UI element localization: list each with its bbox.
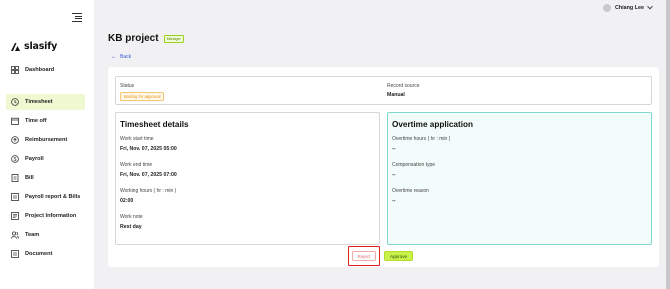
user-name: Chiang Lee [614, 5, 644, 11]
overtime-reason-value: -- [392, 198, 396, 204]
sidebar-item-label: Bill [25, 175, 34, 181]
work-note-value: Rest day [120, 224, 142, 230]
overtime-hours-label: Overtime hours ( hr : min ) [392, 136, 451, 142]
approve-button[interactable]: Approve [384, 251, 413, 261]
sidebar-item-label: Timesheet [25, 99, 53, 105]
calendar-icon [11, 117, 19, 125]
refund-icon [11, 136, 19, 144]
page-title: KB project [108, 33, 159, 44]
sidebar-item-project-information[interactable]: Project Information [6, 208, 85, 224]
work-note-label: Work note [120, 214, 143, 220]
record-source-label: Record source [387, 83, 420, 89]
sidebar-item-timesheet[interactable]: Timesheet [6, 94, 85, 110]
user-menu[interactable]: Chiang Lee [602, 3, 653, 12]
sidebar-item-payroll-report[interactable]: Payroll report & Bills [6, 189, 85, 205]
dashboard-icon [11, 66, 19, 74]
page-scrollbar[interactable] [666, 0, 670, 289]
sidebar-item-reimbursement[interactable]: Reimbursement [6, 132, 85, 148]
overtime-application-card: Overtime application Overtime hours ( hr… [387, 112, 652, 245]
arrow-left-icon: ← [111, 54, 117, 60]
page-header: KB project Manager [108, 33, 184, 44]
money-icon: $ [11, 155, 19, 163]
sidebar-item-label: Payroll report & Bills [25, 194, 81, 200]
overtime-reason-label: Overtime reason [392, 188, 429, 194]
sidebar-item-dashboard[interactable]: Dashboard [6, 62, 85, 78]
timesheet-details-title: Timesheet details [120, 120, 189, 129]
brand-logo[interactable]: slasify [10, 41, 57, 52]
timesheet-details-card: Timesheet details Work start time Fri, N… [115, 112, 380, 245]
status-section: Status Waiting for approval Record sourc… [115, 76, 652, 105]
sidebar-item-label: Time off [25, 118, 47, 124]
team-icon [11, 231, 19, 239]
work-end-value: Fri, Nov. 07, 2025 07:00 [120, 172, 177, 178]
sidebar-item-team[interactable]: Team [6, 227, 85, 243]
overtime-application-title: Overtime application [392, 120, 473, 129]
sidebar-item-label: Team [25, 232, 40, 238]
bill-icon [11, 174, 19, 182]
chevron-down-icon [647, 3, 653, 10]
svg-text:$: $ [14, 157, 17, 163]
document-icon [11, 250, 19, 258]
role-badge: Manager [163, 34, 184, 43]
sidebar-item-label: Project Information [25, 213, 77, 219]
reject-button[interactable]: Reject [352, 251, 376, 261]
compensation-type-label: Compensation type [392, 162, 436, 168]
sidebar-item-label: Payroll [25, 156, 44, 162]
sidebar-item-label: Reimbursement [25, 137, 68, 143]
work-start-value: Fri, Nov. 07, 2025 05:00 [120, 146, 177, 152]
sidebar-item-label: Dashboard [25, 67, 55, 73]
project-icon [11, 212, 19, 220]
work-start-label: Work start time [120, 136, 154, 142]
brand-name: slasify [24, 41, 58, 52]
sidebar-item-label: Document [25, 251, 53, 257]
work-end-label: Work end time [120, 162, 153, 168]
working-hours-value: 02:00 [120, 198, 134, 204]
sidebar-item-payroll[interactable]: $ Payroll [6, 151, 85, 167]
compensation-type-value: -- [392, 172, 396, 178]
sidebar: slasify Dashboard Timesheet Time off Rei… [0, 0, 94, 289]
sidebar-item-time-off[interactable]: Time off [6, 113, 85, 129]
sidebar-item-bill[interactable]: Bill [6, 170, 85, 186]
status-badge: Waiting for approval [120, 92, 165, 101]
scrollbar-thumb[interactable] [666, 0, 670, 289]
collapse-sidebar-icon[interactable] [72, 12, 82, 22]
record-source-value: Manual [387, 92, 405, 98]
working-hours-label: Working hours ( hr : min ) [120, 188, 177, 194]
back-label: Back [120, 54, 132, 60]
avatar [602, 4, 611, 12]
overtime-hours-value: -- [392, 146, 396, 152]
back-link[interactable]: ← Back [111, 54, 131, 60]
slasify-logo-icon [11, 42, 20, 51]
clock-icon [11, 98, 19, 106]
sidebar-item-document[interactable]: Document [6, 246, 85, 262]
report-icon [11, 193, 19, 201]
status-label: Status [120, 83, 135, 89]
